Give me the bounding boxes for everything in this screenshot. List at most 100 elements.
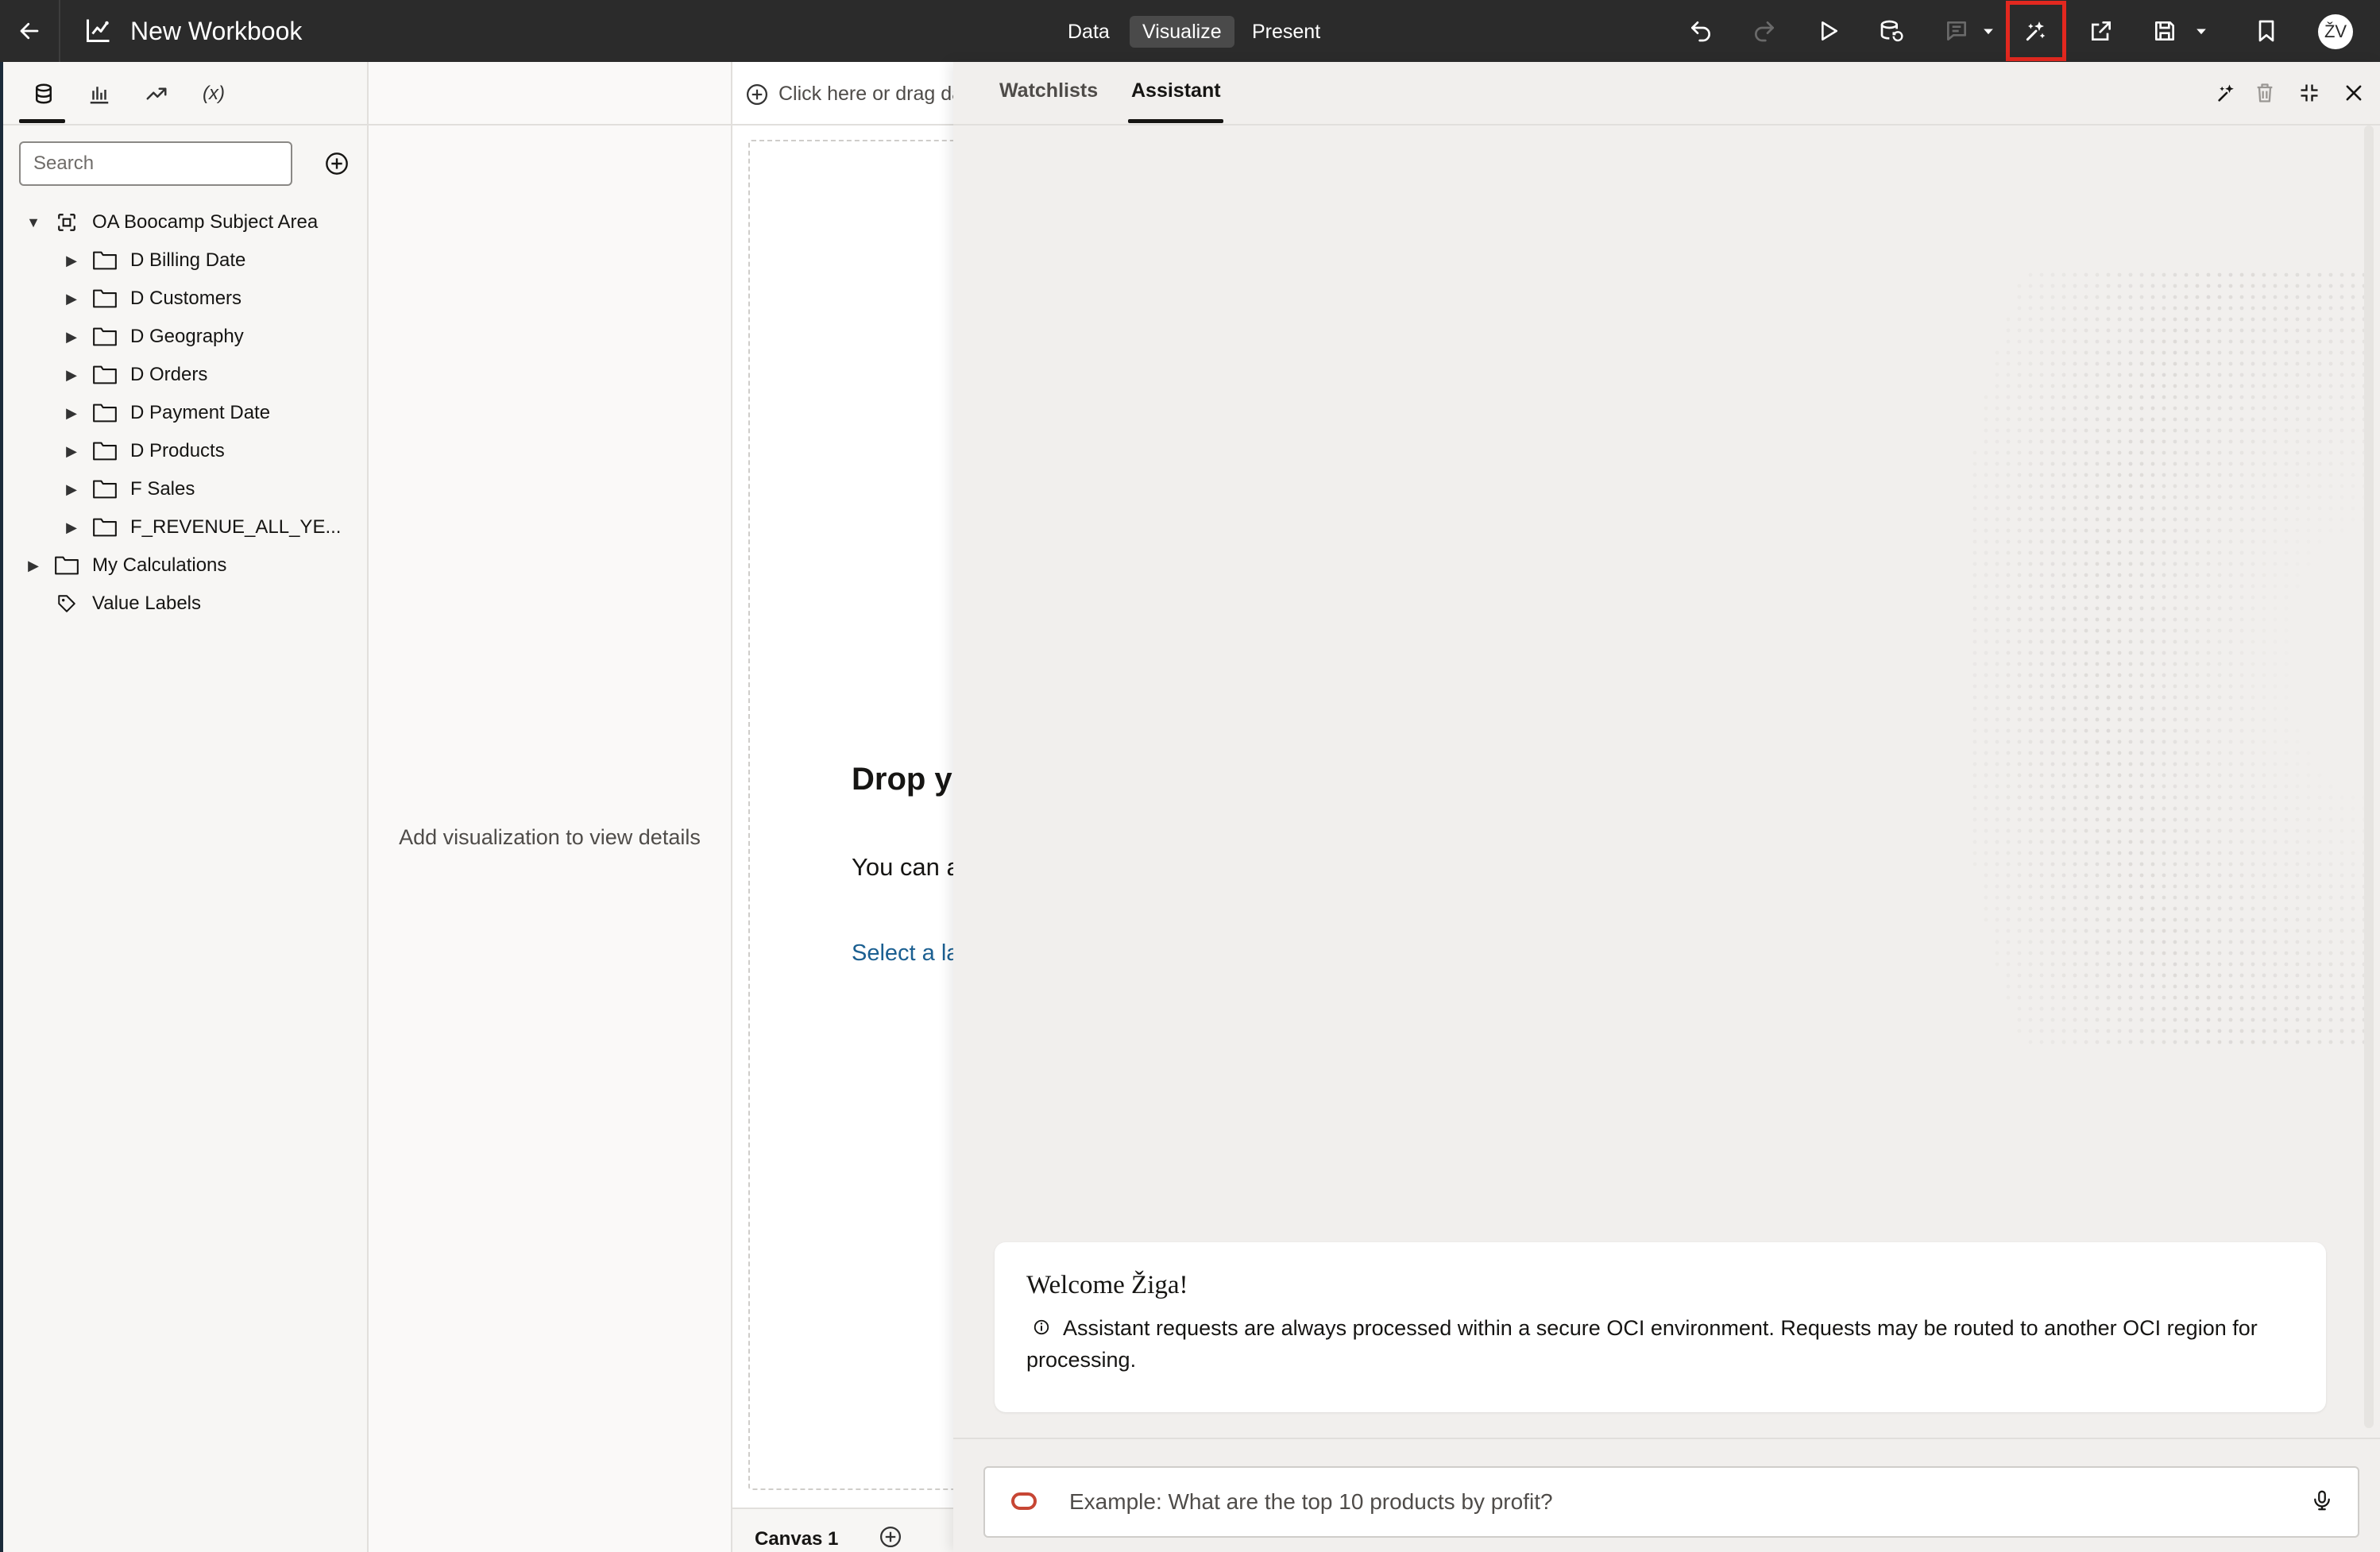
mode-tab-visualize[interactable]: Visualize: [1130, 16, 1234, 48]
welcome-disclaimer-text: Assistant requests are always processed …: [1026, 1316, 2258, 1372]
subject-area-icon: [54, 211, 79, 234]
tab-calculations[interactable]: (x): [194, 76, 234, 111]
comments-menu-button[interactable]: [1976, 13, 2000, 49]
assistant-button[interactable]: [2006, 1, 2066, 61]
tree-item-geography[interactable]: ▶ D Geography: [62, 318, 244, 356]
caret-right-icon[interactable]: ▶: [62, 481, 81, 498]
analytics-icon: [146, 87, 167, 100]
back-button[interactable]: [0, 0, 60, 62]
mode-tab-present[interactable]: Present: [1239, 16, 1333, 48]
tree-item-label: D Customers: [130, 288, 242, 309]
trash-icon: [2257, 83, 2273, 102]
assistant-new-chat-button[interactable]: [2212, 78, 2242, 108]
save-menu-button[interactable]: [2189, 13, 2213, 49]
folder-icon: [92, 364, 118, 386]
tab-analytics[interactable]: [137, 76, 176, 111]
tree-item-subject-area[interactable]: ▼ OA Boocamp Subject Area: [24, 203, 318, 241]
tree-item-my-calculations[interactable]: ▶ My Calculations: [24, 546, 226, 585]
bookmark-button[interactable]: [2248, 13, 2285, 49]
redo-icon: [1755, 21, 1774, 42]
caret-right-icon[interactable]: ▶: [62, 367, 81, 384]
grammar-empty-message: Add visualization to view details: [399, 825, 701, 849]
tree-item-label: F Sales: [130, 478, 195, 500]
tab-assistant[interactable]: Assistant: [1131, 79, 1221, 102]
select-layout-link[interactable]: Select a la: [852, 940, 959, 967]
tree-item-billing-date[interactable]: ▶ D Billing Date: [62, 241, 245, 280]
export-button[interactable]: [2083, 13, 2119, 49]
tree-item-value-labels[interactable]: Value Labels: [24, 585, 201, 623]
collapse-panel-button[interactable]: [2294, 78, 2324, 108]
preview-play-icon: [1822, 21, 1837, 41]
add-data-button[interactable]: [321, 148, 353, 180]
assistant-sparkle-icon: [2218, 84, 2234, 102]
assistant-scrollbar[interactable]: [2364, 125, 2374, 1428]
collapse-icon: [2301, 84, 2318, 102]
tab-visualizations[interactable]: [79, 76, 119, 111]
welcome-title: Welcome Žiga!: [1026, 1271, 1188, 1299]
tree-item-orders[interactable]: ▶ D Orders: [62, 356, 207, 394]
active-tab-indicator: [1128, 119, 1223, 123]
tree-item-label: D Geography: [130, 326, 244, 347]
divider: [3, 124, 369, 125]
add-circle-icon: [326, 152, 348, 175]
folder-icon: [92, 516, 118, 539]
user-avatar[interactable]: ŽV: [2318, 14, 2353, 49]
close-panel-button[interactable]: [2339, 78, 2369, 108]
caret-right-icon[interactable]: ▶: [62, 329, 81, 346]
workbook-chart-icon: [87, 19, 110, 42]
voice-input-button[interactable]: [2307, 1485, 2337, 1515]
close-icon: [2346, 85, 2362, 101]
preview-button[interactable]: [1810, 13, 1846, 49]
mode-tab-data[interactable]: Data: [1055, 16, 1122, 48]
assistant-prompt-input[interactable]: [1069, 1479, 2285, 1525]
refresh-data-button[interactable]: [1873, 13, 1910, 49]
tree-item-customers[interactable]: ▶ D Customers: [62, 280, 241, 318]
folder-icon: [92, 402, 118, 424]
caret-down-icon[interactable]: ▼: [24, 214, 43, 231]
tree-item-f-revenue[interactable]: ▶ F_REVENUE_ALL_YE...: [62, 508, 341, 546]
clear-chat-button[interactable]: [2250, 78, 2280, 108]
active-tab-indicator: [19, 119, 65, 123]
canvas-tab-1[interactable]: Canvas 1: [755, 1528, 838, 1550]
undo-button[interactable]: [1683, 13, 1719, 49]
search-input[interactable]: [19, 141, 292, 186]
filter-bar-hint[interactable]: Click here or drag da: [779, 83, 963, 106]
tree-item-label: Value Labels: [92, 593, 201, 614]
add-filter-icon[interactable]: [745, 83, 769, 106]
tab-watchlists[interactable]: Watchlists: [999, 79, 1098, 102]
caret-right-icon[interactable]: ▶: [62, 405, 81, 422]
microphone-icon: [2314, 1490, 2330, 1511]
tree-item-label: OA Boocamp Subject Area: [92, 211, 319, 233]
comments-button[interactable]: [1938, 13, 1975, 49]
visualizations-icon: [90, 87, 109, 104]
caret-right-icon[interactable]: ▶: [62, 253, 81, 269]
divider: [953, 1438, 2380, 1439]
tree-item-label: D Payment Date: [130, 402, 271, 423]
refresh-data-icon: [1880, 20, 1903, 42]
caret-right-icon[interactable]: ▶: [62, 291, 81, 307]
assistant-sparkle-icon: [2026, 21, 2046, 41]
caret-right-icon[interactable]: ▶: [62, 443, 81, 460]
workbook-title[interactable]: New Workbook: [130, 14, 302, 48]
caret-right-icon[interactable]: ▶: [24, 558, 43, 574]
folder-icon: [92, 288, 118, 310]
grammar-panel: [369, 62, 732, 1552]
tree-item-payment-date[interactable]: ▶ D Payment Date: [62, 394, 270, 432]
tree-item-label: D Billing Date: [130, 249, 246, 271]
tab-data[interactable]: [24, 76, 64, 111]
data-icon: [36, 83, 52, 104]
visualization-drop-zone[interactable]: [748, 140, 987, 1490]
tree-item-products[interactable]: ▶ D Products: [62, 432, 225, 470]
redo-button[interactable]: [1746, 13, 1783, 49]
undo-icon: [1691, 21, 1710, 42]
add-canvas-icon[interactable]: [879, 1525, 902, 1549]
folder-icon: [54, 554, 79, 577]
tree-item-f-sales[interactable]: ▶ F Sales: [62, 470, 195, 508]
comments-icon: [1947, 21, 1966, 41]
save-button[interactable]: [2146, 13, 2183, 49]
chevron-down-icon: [2196, 29, 2206, 35]
caret-right-icon[interactable]: ▶: [62, 519, 81, 536]
grammar-panel-header: [369, 62, 732, 125]
folder-icon: [92, 326, 118, 348]
folder-icon: [92, 249, 118, 272]
